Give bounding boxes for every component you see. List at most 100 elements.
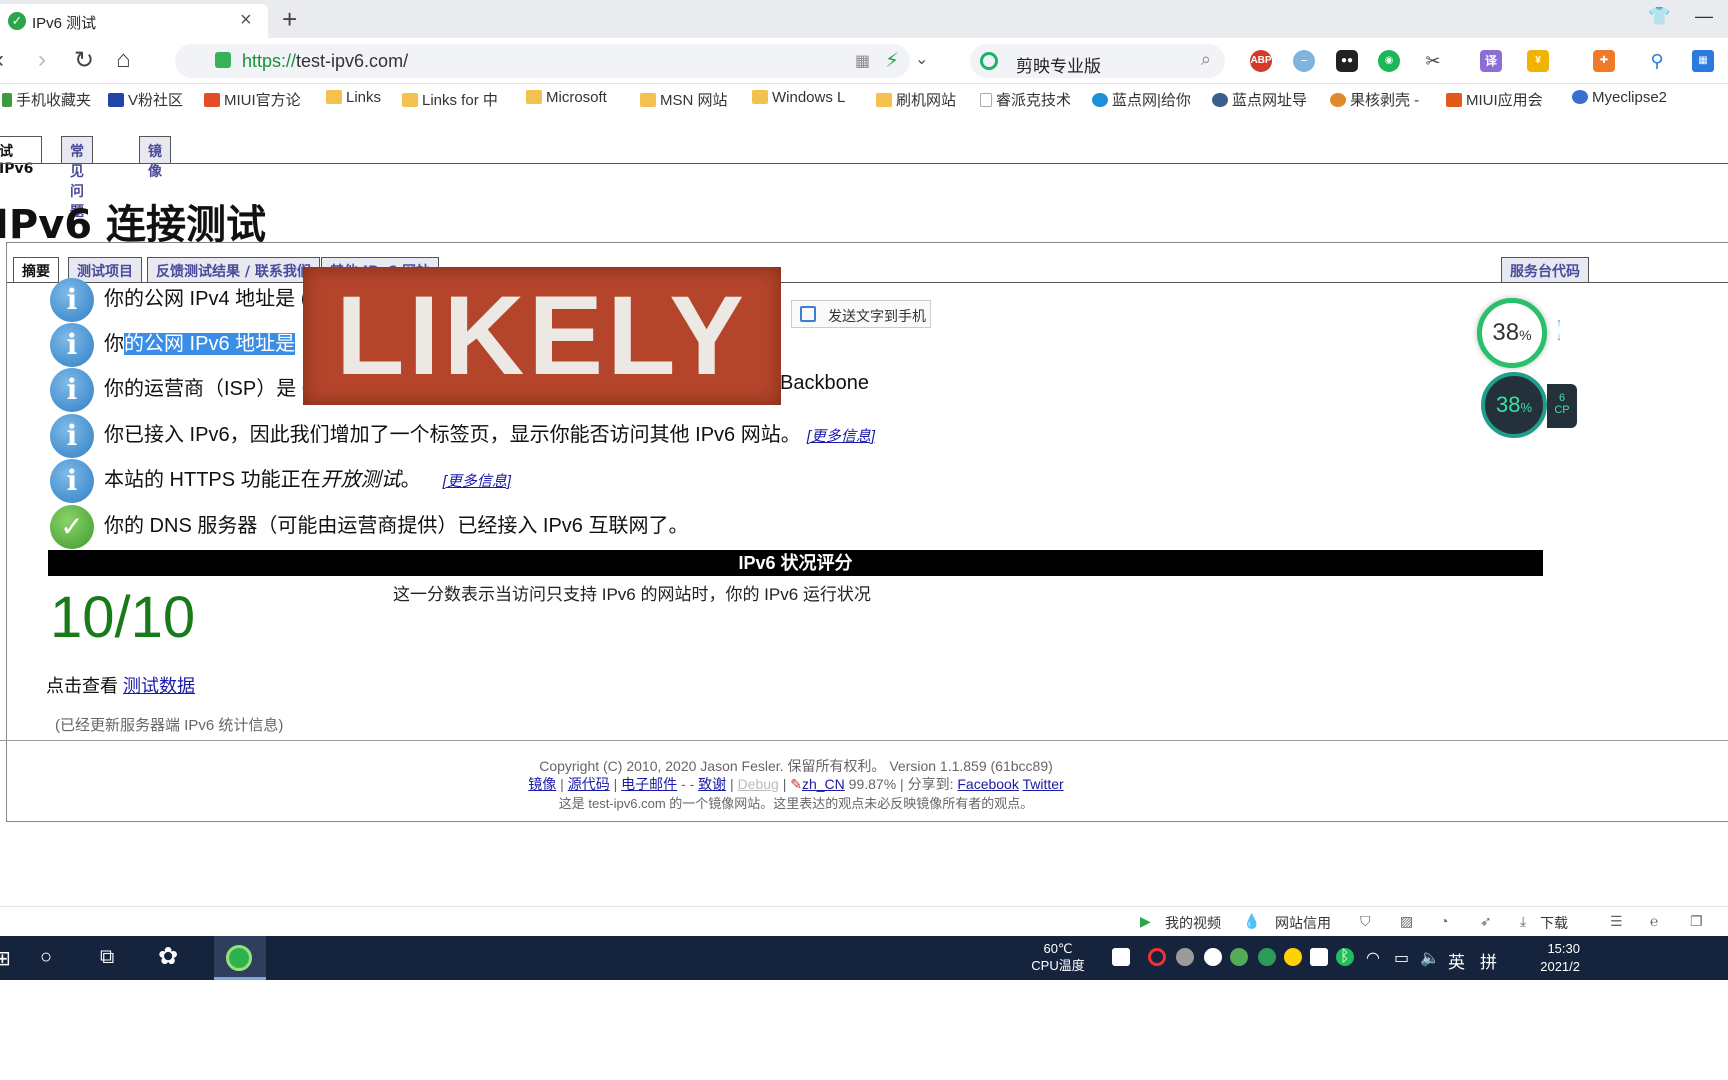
page-content: 试 IPv6 常见问题 镜像 IPv6 连接测试 摘要 测试项目 反馈测试结果 … xyxy=(0,114,1728,996)
more-info-link[interactable]: [更多信息] xyxy=(807,428,875,445)
reload-icon[interactable]: ↻ xyxy=(74,46,94,75)
bookmark-item[interactable]: Links xyxy=(326,89,381,106)
email-link[interactable]: 电子邮件 xyxy=(621,776,677,792)
new-tab-button[interactable]: + xyxy=(282,4,297,35)
test-data-link[interactable]: 测试数据 xyxy=(123,676,195,696)
locale-link[interactable]: zh_CN xyxy=(802,776,845,792)
my-video-button[interactable]: 我的视频 xyxy=(1165,913,1221,933)
bookmark-item[interactable]: V粉社区 xyxy=(108,89,183,110)
speedometer-icon[interactable]: ◔ xyxy=(1440,913,1458,929)
tab-summary[interactable]: 摘要 xyxy=(13,257,59,283)
home-icon[interactable]: ⌂ xyxy=(116,46,131,74)
forward-icon[interactable]: › xyxy=(38,46,46,74)
cortana-icon[interactable]: ○ xyxy=(40,946,52,969)
coupon-icon[interactable]: ¥ xyxy=(1527,50,1549,72)
tray-app-icon[interactable] xyxy=(1176,948,1194,966)
download-icon[interactable]: ⤓ xyxy=(1520,913,1538,929)
folder-icon xyxy=(752,90,768,104)
game-icon[interactable]: ✚ xyxy=(1593,50,1615,72)
bookmark-item[interactable]: 果核剥壳 - xyxy=(1330,89,1419,110)
record-icon[interactable] xyxy=(1148,948,1166,966)
browser-tab[interactable]: ✓ IPv6 测试 × xyxy=(0,4,268,38)
bookmark-item[interactable]: Links for 中 xyxy=(402,89,498,110)
security-icon[interactable] xyxy=(1310,948,1328,966)
windows-taskbar: ⊞ ○ ⧉ ✿ 60℃ CPU温度 ᛒ ◠ ▭ 🔈 英 拼 15:30 2021/2 xyxy=(0,936,1728,980)
tray-green-icon[interactable] xyxy=(1258,948,1276,966)
download-button[interactable]: 下载 xyxy=(1540,913,1568,933)
wifi-icon[interactable]: ◠ xyxy=(1366,948,1380,968)
back-icon[interactable]: ‹ xyxy=(0,46,4,74)
tampermonkey-icon[interactable]: ●● xyxy=(1336,50,1358,72)
bluetooth-icon[interactable]: ᛒ xyxy=(1340,948,1350,966)
tab-test-ipv6[interactable]: 试 IPv6 xyxy=(0,136,43,177)
qr-code-icon[interactable]: ▦ xyxy=(855,51,870,71)
mirror-link[interactable]: 镜像 xyxy=(528,776,556,792)
wechat-icon[interactable]: ◉ xyxy=(1378,50,1400,72)
speed-mode-icon[interactable]: ⚡ xyxy=(885,48,899,73)
nvidia-icon[interactable] xyxy=(1230,948,1248,966)
skin-icon[interactable]: 👕 xyxy=(1648,6,1670,27)
start-icon[interactable]: ⊞ xyxy=(0,946,11,971)
tab-faq[interactable]: 常见问题 xyxy=(61,136,93,220)
image-icon[interactable]: ▨ xyxy=(1400,913,1418,929)
bookmark-item[interactable]: Myeclipse2 xyxy=(1572,89,1667,106)
debug-link[interactable]: Debug xyxy=(738,776,779,792)
window-icon[interactable]: ❐ xyxy=(1690,913,1708,929)
rocket-icon[interactable]: ➶ xyxy=(1480,913,1498,929)
bookmark-item[interactable]: MIUI官方论 xyxy=(204,89,301,110)
tray-yellow-icon[interactable] xyxy=(1284,948,1302,966)
site-credit-button[interactable]: 网站信用 xyxy=(1275,913,1331,933)
ime-mode-icon[interactable]: 拼 xyxy=(1480,948,1497,973)
send-to-phone-button[interactable]: 发送文字到手机 xyxy=(791,300,931,328)
tab-feedback[interactable]: 反馈测试结果 / 联系我们 xyxy=(147,257,320,283)
close-tab-icon[interactable]: × xyxy=(240,9,252,32)
search-box[interactable]: 剪映专业版 ⌕ xyxy=(970,44,1225,78)
bookmark-item[interactable]: 睿派克技术 xyxy=(980,89,1071,110)
system-clock[interactable]: 15:30 2021/2 xyxy=(1520,940,1580,976)
input-language[interactable]: 英 xyxy=(1448,948,1465,973)
extension-icon[interactable]: – xyxy=(1293,50,1315,72)
ie-icon[interactable]: ℮ xyxy=(1650,913,1668,929)
cpu-usage-widget[interactable]: 38% xyxy=(1481,372,1547,438)
compat-icon[interactable]: ☰ xyxy=(1610,913,1628,929)
app-icon[interactable]: ✿ xyxy=(158,942,178,971)
bookmark-item[interactable]: 蓝点网|给你 xyxy=(1092,89,1191,110)
volume-icon[interactable]: 🔈 xyxy=(1420,948,1440,968)
battery-icon[interactable]: ▭ xyxy=(1394,948,1409,968)
bookmark-item[interactable]: 蓝点网址导 xyxy=(1212,89,1307,110)
browser-taskbar-button[interactable] xyxy=(214,936,266,980)
search-engine-icon[interactable] xyxy=(980,52,998,70)
facebook-link[interactable]: Facebook xyxy=(957,776,1018,792)
notion-icon[interactable] xyxy=(1112,948,1130,966)
tab-mirrors[interactable]: 镜像 xyxy=(139,136,171,180)
bookmark-item[interactable]: 手机收藏夹 xyxy=(2,89,91,110)
memory-usage-widget[interactable]: 38% xyxy=(1477,298,1547,368)
more-info-link[interactable]: [更多信息] xyxy=(443,473,511,490)
adblock-icon[interactable]: ABP xyxy=(1250,50,1272,72)
url-text[interactable]: https://test-ipv6.com/ xyxy=(242,51,408,72)
qq-icon[interactable] xyxy=(1204,948,1222,966)
search-icon[interactable]: ⌕ xyxy=(1201,49,1211,70)
shield-icon[interactable]: ⛉ xyxy=(1360,913,1378,929)
apps-grid-icon[interactable]: ▦ xyxy=(1692,50,1714,72)
video-icon[interactable]: ▶ xyxy=(1140,913,1158,929)
scissors-icon[interactable]: ✂ xyxy=(1422,50,1444,72)
task-view-icon[interactable]: ⧉ xyxy=(100,946,114,969)
tab-helpdesk-code[interactable]: 服务台代码 xyxy=(1501,257,1589,283)
bookmark-item[interactable]: Windows L xyxy=(752,89,845,106)
minimize-icon[interactable]: — xyxy=(1695,6,1713,27)
address-bar[interactable]: https://test-ipv6.com/ ▦ ⚡ ⌄ xyxy=(175,44,928,78)
bookmark-item[interactable]: MSN 网站 xyxy=(640,89,728,110)
twitter-link[interactable]: Twitter xyxy=(1022,776,1063,792)
search-input[interactable]: 剪映专业版 xyxy=(1016,52,1101,77)
translate-icon[interactable]: 译 xyxy=(1480,50,1502,72)
bookmark-item[interactable]: 刷机网站 xyxy=(876,89,956,110)
chevron-down-icon[interactable]: ⌄ xyxy=(915,49,928,69)
thanks-link[interactable]: 致谢 xyxy=(698,776,726,792)
info-icon: i xyxy=(50,368,94,412)
source-link[interactable]: 源代码 xyxy=(568,776,610,792)
bookmark-item[interactable]: MIUI应用会 xyxy=(1446,89,1543,110)
bookmark-item[interactable]: Microsoft xyxy=(526,89,607,106)
likely-stamp-overlay: LIKELY xyxy=(303,267,781,405)
zoom-icon[interactable]: ⚲ xyxy=(1646,50,1668,72)
